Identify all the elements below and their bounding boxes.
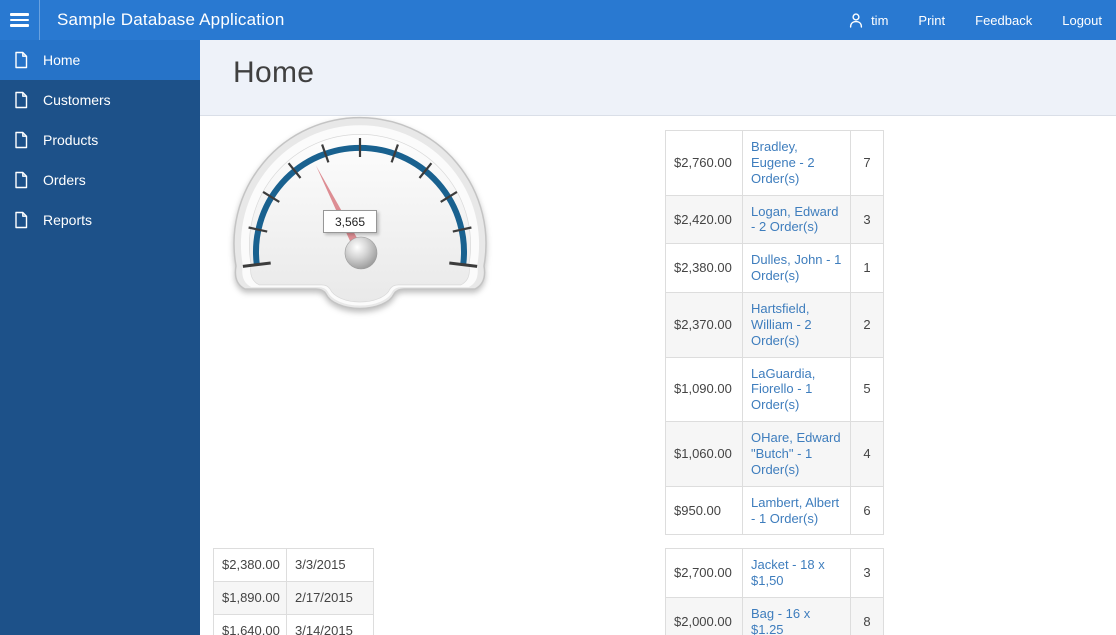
gauge-knob <box>344 236 378 270</box>
table-row: $2,380.00 Dulles, John - 1 Order(s) 1 <box>665 243 884 294</box>
customer-link[interactable]: Logan, Edward - 2 Order(s) <box>742 194 851 245</box>
document-icon <box>15 211 28 229</box>
customer-link[interactable]: Hartsfield, William - 2 Order(s) <box>742 292 851 358</box>
table-row: $2,370.00 Hartsfield, William - 2 Order(… <box>665 292 884 358</box>
product-link[interactable]: Bag - 16 x $1.25 <box>742 596 851 635</box>
sidebar-item-label: Home <box>43 52 81 68</box>
user-menu[interactable]: tim <box>848 12 888 29</box>
page-title-band: Home <box>200 40 1116 116</box>
logout-link[interactable]: Logout <box>1062 13 1102 28</box>
amount-cell: $1,090.00 <box>665 356 743 423</box>
count-cell: 3 <box>850 548 884 598</box>
count-cell: 7 <box>850 130 884 196</box>
table-row: $2,000.00 Bag - 16 x $1.25 8 <box>665 596 884 635</box>
hamburger-menu-icon[interactable] <box>0 0 40 40</box>
sidebar-item-label: Products <box>43 132 99 148</box>
document-icon <box>15 51 28 69</box>
sidebar-item-orders[interactable]: Orders <box>0 160 200 200</box>
count-cell: 8 <box>850 596 884 635</box>
count-cell: 4 <box>850 421 884 487</box>
main-content: Home 3,565 $2,760.00 Bradley, Eugene - 2… <box>200 40 1116 635</box>
count-cell: 1 <box>850 243 884 294</box>
count-cell: 5 <box>850 356 884 423</box>
product-link[interactable]: Jacket - 18 x $1,50 <box>742 548 851 598</box>
document-icon <box>15 91 28 109</box>
document-icon <box>15 131 28 149</box>
date-cell: 3/14/2015 <box>286 613 374 635</box>
customer-link[interactable]: Lambert, Albert - 1 Order(s) <box>742 485 851 536</box>
print-link[interactable]: Print <box>918 13 945 28</box>
amount-cell: $950.00 <box>665 485 743 536</box>
table-row: $1,060.00 OHare, Edward "Butch" - 1 Orde… <box>665 421 884 487</box>
person-icon <box>849 12 863 28</box>
amount-cell: $1,060.00 <box>665 421 743 487</box>
top-customers-table: $2,760.00 Bradley, Eugene - 2 Order(s) 7… <box>665 130 884 536</box>
amount-cell: $1,640.00 <box>213 613 287 635</box>
count-cell: 6 <box>850 485 884 536</box>
amount-cell: $2,380.00 <box>665 243 743 294</box>
gauge-value-label: 3,565 <box>323 210 377 233</box>
date-cell: 3/3/2015 <box>286 548 374 582</box>
customer-link[interactable]: Bradley, Eugene - 2 Order(s) <box>742 130 851 196</box>
table-row: $950.00 Lambert, Albert - 1 Order(s) 6 <box>665 485 884 536</box>
header-actions: tim Print Feedback Logout <box>848 12 1116 29</box>
amount-cell: $2,700.00 <box>665 548 743 598</box>
table-row: $2,380.00 3/3/2015 <box>213 548 374 582</box>
amount-cell: $2,760.00 <box>665 130 743 196</box>
sidebar-item-products[interactable]: Products <box>0 120 200 160</box>
document-icon <box>15 171 28 189</box>
amount-cell: $2,380.00 <box>213 548 287 582</box>
table-row: $1,090.00 LaGuardia, Fiorello - 1 Order(… <box>665 356 884 423</box>
user-name: tim <box>871 12 889 28</box>
sidebar-item-label: Customers <box>43 92 111 108</box>
top-header-bar: Sample Database Application tim Print Fe… <box>0 0 1116 40</box>
table-row: $2,760.00 Bradley, Eugene - 2 Order(s) 7 <box>665 130 884 196</box>
customer-link[interactable]: LaGuardia, Fiorello - 1 Order(s) <box>742 356 851 423</box>
sidebar-nav: Home Customers Products Orders Reports <box>0 40 200 635</box>
recent-orders-table: $2,380.00 3/3/2015 $1,890.00 2/17/2015 $… <box>213 548 374 635</box>
sidebar-item-home[interactable]: Home <box>0 40 200 80</box>
amount-cell: $2,000.00 <box>665 596 743 635</box>
date-cell: 2/17/2015 <box>286 580 374 615</box>
customer-link[interactable]: Dulles, John - 1 Order(s) <box>742 243 851 294</box>
amount-cell: $2,420.00 <box>665 194 743 245</box>
top-products-table: $2,700.00 Jacket - 18 x $1,50 3 $2,000.0… <box>665 548 884 635</box>
count-cell: 2 <box>850 292 884 358</box>
table-row: $1,640.00 3/14/2015 <box>213 613 374 635</box>
table-row: $1,890.00 2/17/2015 <box>213 580 374 615</box>
sidebar-item-customers[interactable]: Customers <box>0 80 200 120</box>
sidebar-item-label: Orders <box>43 172 86 188</box>
count-cell: 3 <box>850 194 884 245</box>
table-row: $2,700.00 Jacket - 18 x $1,50 3 <box>665 548 884 598</box>
application-window: Sample Database Application tim Print Fe… <box>0 0 1116 635</box>
orders-gauge-widget: 3,565 <box>232 116 490 316</box>
app-title: Sample Database Application <box>57 10 285 29</box>
customer-link[interactable]: OHare, Edward "Butch" - 1 Order(s) <box>742 421 851 487</box>
table-row: $2,420.00 Logan, Edward - 2 Order(s) 3 <box>665 194 884 245</box>
sidebar-item-reports[interactable]: Reports <box>0 200 200 240</box>
sidebar-item-label: Reports <box>43 212 93 228</box>
amount-cell: $1,890.00 <box>213 580 287 615</box>
feedback-link[interactable]: Feedback <box>975 13 1032 28</box>
amount-cell: $2,370.00 <box>665 292 743 358</box>
page-title: Home <box>233 56 315 89</box>
